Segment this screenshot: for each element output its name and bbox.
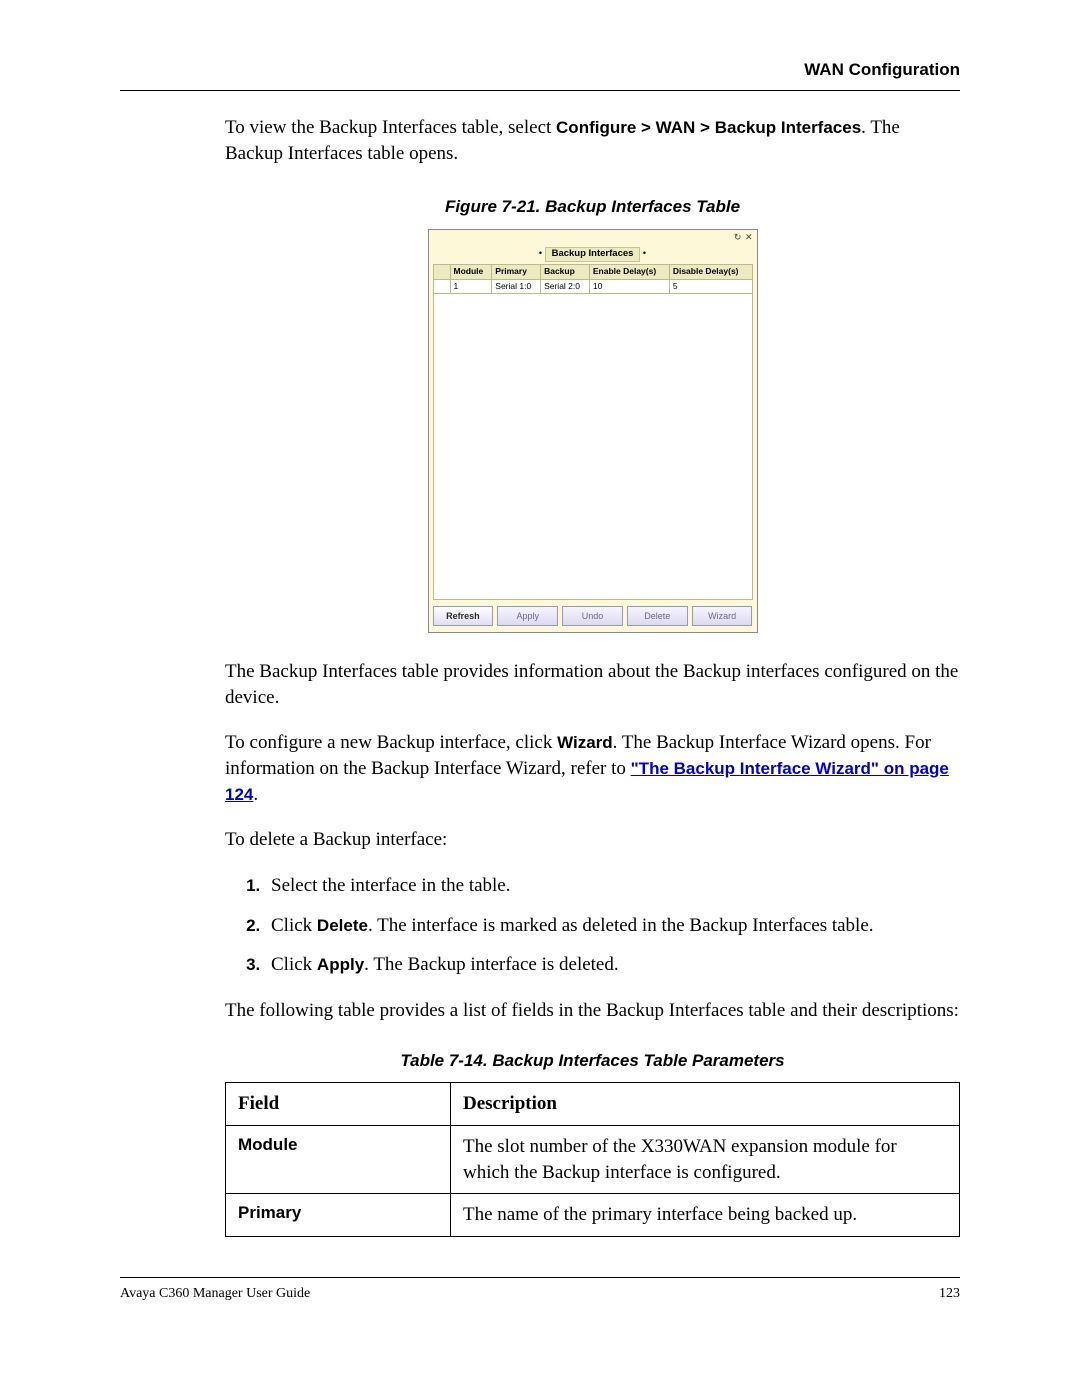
table-empty-area [433, 294, 753, 600]
table-caption: Table 7-14. Backup Interfaces Table Para… [225, 1050, 960, 1073]
field-module: Module [226, 1126, 451, 1194]
intro-pre: To view the Backup Interfaces table, sel… [225, 117, 556, 138]
col-module[interactable]: Module [450, 265, 492, 279]
col-primary[interactable]: Primary [492, 265, 541, 279]
wizard-paragraph: To configure a new Backup interface, cli… [225, 730, 960, 807]
cell-primary: Serial 1:0 [492, 279, 541, 293]
panel-button-bar: Refresh Apply Undo Delete Wizard [429, 600, 757, 632]
refresh-button[interactable]: Refresh [433, 606, 494, 626]
field-header: Field [226, 1083, 451, 1126]
header-rule [120, 90, 960, 91]
post-figure-paragraph: The Backup Interfaces table provides inf… [225, 659, 960, 710]
step-3: Click Apply. The Backup interface is del… [265, 952, 960, 978]
panel-titlebar: ↻ ✕ [429, 230, 757, 245]
panel-title: Backup Interfaces [545, 247, 641, 262]
cell-disable: 5 [669, 279, 752, 293]
table-header-row: Module Primary Backup Enable Delay(s) Di… [433, 265, 752, 279]
params-header-row: Field Description [226, 1083, 960, 1126]
wizard-pre: To configure a new Backup interface, cli… [225, 732, 557, 753]
figure-wrap: ↻ ✕ • Backup Interfaces • Module Primary… [225, 229, 960, 633]
step-2-bold: Delete [317, 916, 368, 935]
step-1: Select the interface in the table. [265, 873, 960, 899]
step-3-post: . The Backup interface is deleted. [364, 954, 618, 975]
footer-rule [120, 1277, 960, 1278]
apply-button[interactable]: Apply [497, 606, 558, 626]
cell-module: 1 [450, 279, 492, 293]
cell-backup: Serial 2:0 [541, 279, 590, 293]
cell-enable: 10 [589, 279, 669, 293]
row-marker-header [433, 265, 450, 279]
desc-module: The slot number of the X330WAN expansion… [451, 1126, 960, 1194]
wizard-bold: Wizard [557, 733, 613, 752]
close-icon[interactable]: ✕ [745, 232, 753, 242]
desc-primary: The name of the primary interface being … [451, 1194, 960, 1237]
undo-button[interactable]: Undo [562, 606, 623, 626]
col-disable-delay[interactable]: Disable Delay(s) [669, 265, 752, 279]
intro-path: Configure > WAN > Backup Interfaces [556, 118, 861, 137]
panel-title-row: • Backup Interfaces • [429, 245, 757, 264]
table-row: Primary The name of the primary interfac… [226, 1194, 960, 1237]
step-3-pre: Click [271, 954, 317, 975]
params-table: Field Description Module The slot number… [225, 1082, 960, 1237]
footer-left: Avaya C360 Manager User Guide [120, 1286, 310, 1302]
field-primary: Primary [226, 1194, 451, 1237]
delete-button[interactable]: Delete [627, 606, 688, 626]
delete-intro: To delete a Backup interface: [225, 827, 960, 853]
col-enable-delay[interactable]: Enable Delay(s) [589, 265, 669, 279]
wizard-post: . [253, 784, 258, 805]
intro-paragraph: To view the Backup Interfaces table, sel… [225, 115, 960, 166]
footer-page-number: 123 [939, 1286, 960, 1302]
col-backup[interactable]: Backup [541, 265, 590, 279]
desc-header: Description [451, 1083, 960, 1126]
table-row[interactable]: 1 Serial 1:0 Serial 2:0 10 5 [433, 279, 752, 293]
refresh-icon[interactable]: ↻ [734, 232, 742, 242]
table-row: Module The slot number of the X330WAN ex… [226, 1126, 960, 1194]
row-marker [433, 279, 450, 293]
backup-interfaces-table: Module Primary Backup Enable Delay(s) Di… [433, 264, 753, 294]
page-footer: Avaya C360 Manager User Guide 123 [120, 1277, 960, 1302]
step-2-pre: Click [271, 915, 317, 936]
wizard-button[interactable]: Wizard [692, 606, 753, 626]
section-header: WAN Configuration [120, 60, 960, 80]
step-2-post: . The interface is marked as deleted in … [368, 915, 874, 936]
step-2: Click Delete. The interface is marked as… [265, 913, 960, 939]
table-intro-paragraph: The following table provides a list of f… [225, 998, 960, 1024]
figure-caption: Figure 7-21. Backup Interfaces Table [225, 196, 960, 219]
backup-interfaces-panel: ↻ ✕ • Backup Interfaces • Module Primary… [428, 229, 758, 633]
step-3-bold: Apply [317, 955, 364, 974]
delete-steps: Select the interface in the table. Click… [235, 873, 960, 978]
